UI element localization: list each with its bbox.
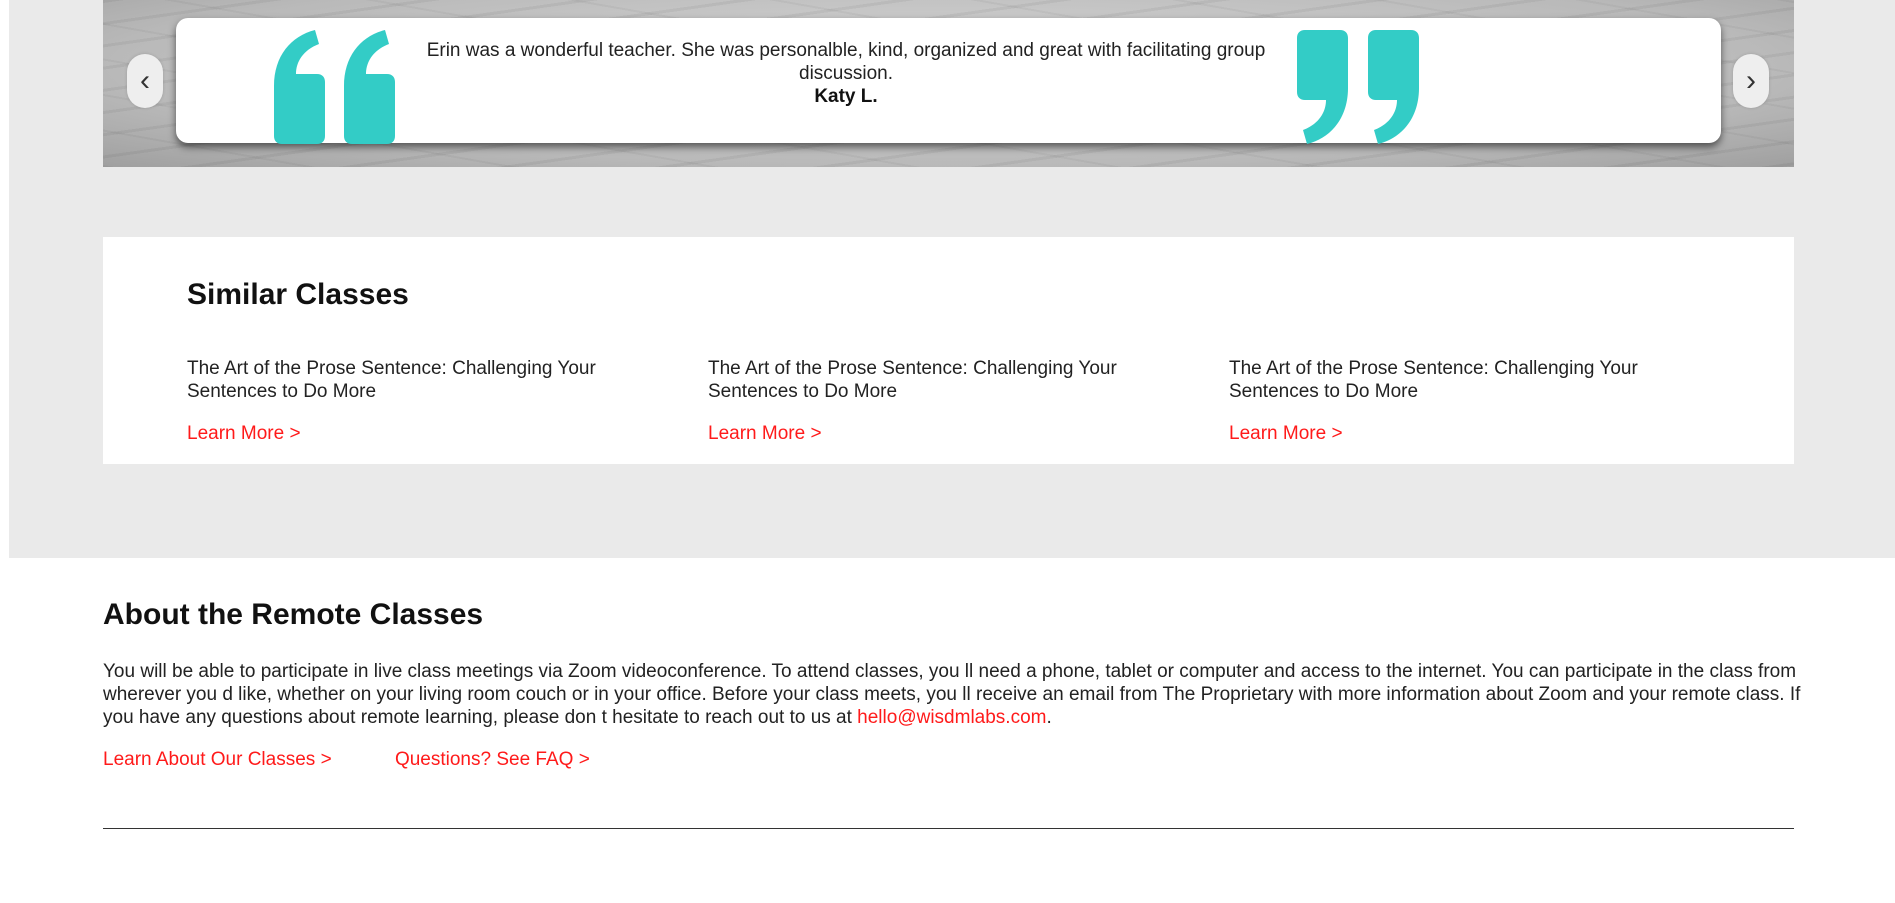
similar-classes-title: Similar Classes bbox=[187, 278, 409, 311]
class-card: The Art of the Prose Sentence: Challengi… bbox=[708, 357, 1178, 445]
learn-more-link[interactable]: Learn More > bbox=[708, 423, 822, 445]
learn-more-link[interactable]: Learn More > bbox=[1229, 423, 1343, 445]
slider-prev-button[interactable]: ‹ bbox=[127, 54, 163, 108]
chevron-left-icon: ‹ bbox=[140, 64, 150, 97]
similar-classes-section: Similar Classes The Art of the Prose Sen… bbox=[103, 237, 1794, 464]
contact-email-link[interactable]: hello@wisdmlabs.com bbox=[857, 707, 1046, 728]
learn-about-classes-link[interactable]: Learn About Our Classes > bbox=[103, 749, 332, 770]
testimonial-card: Erin was a wonderful teacher. She was pe… bbox=[176, 18, 1721, 144]
chevron-right-icon: › bbox=[1746, 64, 1756, 97]
class-card-title: The Art of the Prose Sentence: Challengi… bbox=[1229, 358, 1638, 402]
class-card-title: The Art of the Prose Sentence: Challengi… bbox=[708, 358, 1117, 402]
section-divider bbox=[103, 828, 1794, 829]
about-links: Learn About Our Classes > Questions? See… bbox=[103, 749, 590, 771]
testimonial-slider: Erin was a wonderful teacher. She was pe… bbox=[103, 0, 1794, 167]
slider-next-button[interactable]: › bbox=[1733, 54, 1769, 108]
testimonial-quote: Erin was a wonderful teacher. She was pe… bbox=[426, 40, 1266, 84]
about-remote-classes-title: About the Remote Classes bbox=[103, 598, 484, 631]
class-card-title: The Art of the Prose Sentence: Challengi… bbox=[187, 358, 596, 402]
open-quote-icon bbox=[274, 30, 395, 144]
class-card: The Art of the Prose Sentence: Challengi… bbox=[187, 357, 657, 445]
class-card: The Art of the Prose Sentence: Challengi… bbox=[1229, 357, 1699, 445]
about-remote-classes-text: You will be able to participate in live … bbox=[103, 660, 1803, 729]
about-body-end: . bbox=[1046, 707, 1052, 728]
testimonial-text: Erin was a wonderful teacher. She was pe… bbox=[406, 39, 1286, 108]
learn-more-link[interactable]: Learn More > bbox=[187, 423, 301, 445]
testimonial-author: Katy L. bbox=[814, 86, 878, 107]
faq-link[interactable]: Questions? See FAQ > bbox=[395, 749, 590, 770]
close-quote-icon bbox=[1297, 30, 1419, 144]
